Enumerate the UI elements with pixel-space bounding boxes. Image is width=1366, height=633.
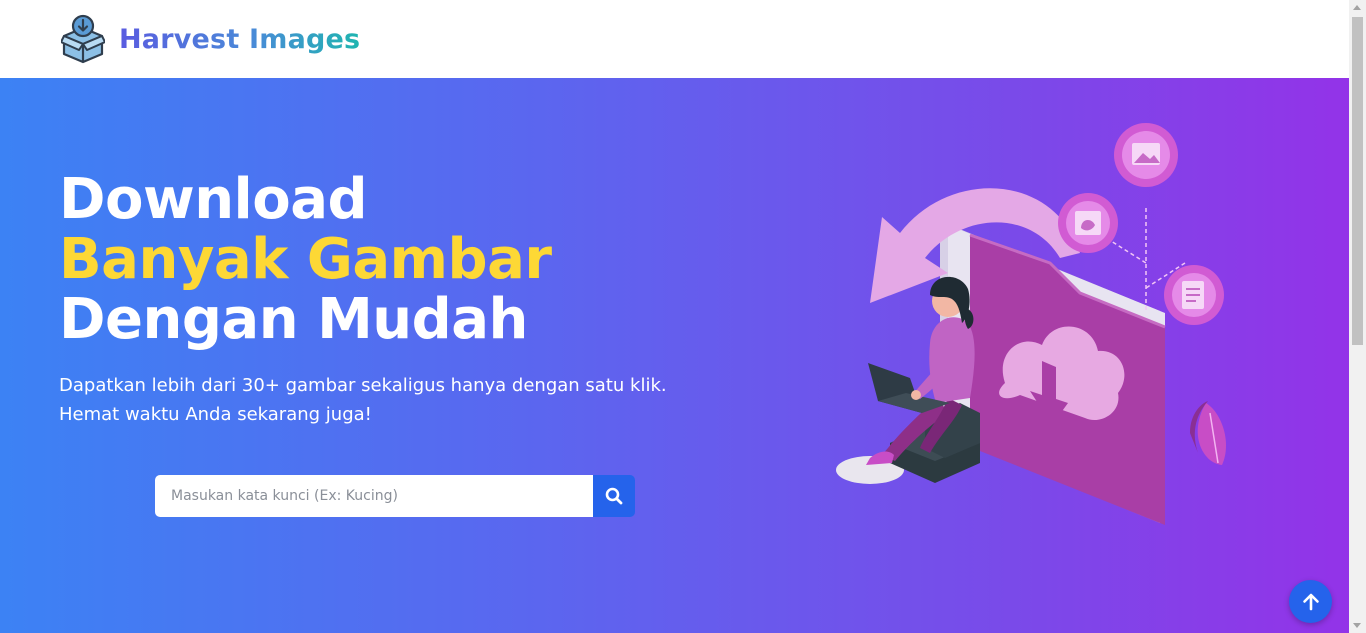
page-scrollbar[interactable] <box>1349 0 1366 633</box>
headline-line-2-accent: Banyak Gambar <box>59 227 552 292</box>
search-input[interactable] <box>155 475 593 517</box>
navbar: Harvest Images <box>0 0 1349 78</box>
search-icon <box>605 487 623 505</box>
back-to-top-button[interactable] <box>1289 580 1332 623</box>
search-button[interactable] <box>593 475 635 517</box>
brand-name: Harvest Images <box>119 23 361 55</box>
arrow-up-icon <box>1302 593 1319 610</box>
scroll-up-arrow-icon[interactable] <box>1353 5 1361 10</box>
box-download-icon <box>61 14 105 64</box>
hero-subtext: Dapatkan lebih dari 30+ gambar sekaligus… <box>59 375 667 425</box>
hero-section: Download Banyak Gambar Dengan Mudah Dapa… <box>0 78 1349 633</box>
scroll-down-arrow-icon[interactable] <box>1353 623 1361 628</box>
hero-headline: Download Banyak Gambar Dengan Mudah <box>59 167 552 352</box>
brand-link[interactable]: Harvest Images <box>61 14 360 64</box>
headline-line-1: Download <box>59 167 368 232</box>
headline-line-3: Dengan Mudah <box>59 287 528 352</box>
search-form <box>155 475 635 517</box>
woman-laptop-cloud-download-illustration <box>836 123 1227 525</box>
scroll-thumb[interactable] <box>1352 17 1363 345</box>
